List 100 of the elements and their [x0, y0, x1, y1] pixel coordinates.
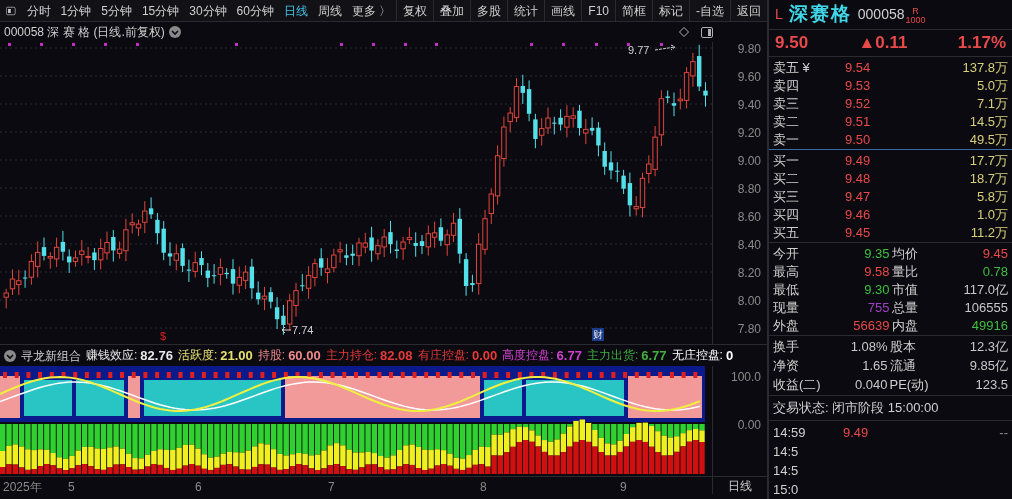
- time-axis-label: 2025年: [3, 479, 42, 496]
- toolbar-button[interactable]: 统计: [507, 0, 545, 22]
- order-level-label: 买一: [773, 151, 800, 170]
- order-level-label: 卖五 ¥: [773, 58, 811, 77]
- period-tab[interactable]: 30分钟: [184, 1, 232, 20]
- dropdown-icon[interactable]: [4, 349, 16, 362]
- price-axis-label: 8.80: [737, 181, 761, 198]
- stat-label: 换手: [773, 337, 800, 356]
- stat-label: 现量: [773, 298, 800, 317]
- period-tab[interactable]: 分时: [21, 1, 56, 20]
- stat-value: 12.3亿: [968, 337, 1008, 356]
- last-price: 9.50: [775, 31, 809, 54]
- stat-value: 117.0亿: [962, 280, 1008, 299]
- order-level-label: 卖一: [773, 130, 800, 149]
- stat-value: 9.58: [863, 262, 890, 281]
- indicator-axis-label: 100.0: [730, 369, 761, 386]
- toolbar-button[interactable]: 多股: [470, 0, 508, 22]
- indicator-value: 0: [725, 346, 734, 365]
- stock-code: 000058: [857, 4, 905, 24]
- diamond-icon[interactable]: [679, 27, 689, 37]
- stat-label: 均价: [891, 244, 919, 263]
- market-label: L: [775, 4, 783, 24]
- stat-value: 0.040: [853, 375, 888, 394]
- order-price: 9.45: [845, 223, 872, 242]
- indicator-label: 高度控盘:: [502, 346, 554, 364]
- stat-value: 9.30: [863, 280, 890, 299]
- period-tab[interactable]: 15分钟: [136, 1, 185, 20]
- indicator-label: 主力出货:: [586, 346, 639, 364]
- order-volume: 5.8万: [975, 187, 1008, 206]
- period-button[interactable]: 日线: [712, 477, 767, 494]
- toolbar-button[interactable]: 简框: [615, 0, 652, 22]
- period-tab[interactable]: 1分钟: [55, 1, 97, 20]
- time-axis-label: 5: [68, 479, 75, 496]
- order-price: 9.52: [845, 94, 872, 113]
- panel-toggle-icon[interactable]: [701, 26, 713, 38]
- indicator-value: 6.77: [641, 346, 667, 365]
- indicator-label: 有庄控盘:: [417, 346, 469, 364]
- order-volume: 17.7万: [968, 151, 1008, 170]
- change-percent: 1.17%: [957, 31, 1006, 54]
- period-tab[interactable]: 日线: [278, 1, 313, 20]
- order-price: 9.46: [845, 205, 872, 224]
- stat-label: 内盘: [891, 316, 919, 335]
- dropdown-icon[interactable]: [168, 26, 181, 38]
- stat-value: 1.08%: [849, 337, 888, 356]
- toolbar-button[interactable]: F10: [581, 0, 615, 22]
- toolbar-button[interactable]: 返回: [730, 0, 767, 22]
- tick-volume: --: [998, 424, 1008, 442]
- period-tab[interactable]: 周线: [312, 1, 347, 20]
- order-level-label: 卖二: [773, 112, 800, 131]
- indicator-value: 21.00: [220, 346, 253, 365]
- order-volume: 5.0万: [975, 76, 1008, 95]
- stat-label: 总量: [891, 298, 919, 317]
- price-change: ▲0.11: [858, 31, 908, 54]
- order-volume: 11.2万: [969, 223, 1008, 242]
- tick-time: 14:5: [773, 462, 800, 480]
- stat-label: 最高: [773, 262, 800, 281]
- stat-value: 56639: [852, 316, 890, 335]
- stat-value: 49916: [970, 316, 1008, 335]
- toolbar-button[interactable]: 画线: [544, 0, 582, 22]
- toolbar-button[interactable]: 叠加: [433, 0, 471, 22]
- stock-name: 深赛格: [788, 2, 852, 26]
- panel-toggle-icon[interactable]: [6, 4, 16, 17]
- stat-value: 0.78: [981, 262, 1008, 281]
- indicator-axis-label: 0.00: [737, 417, 761, 434]
- more-menu[interactable]: 更多 〉: [346, 1, 397, 20]
- badge-label: 1000: [905, 16, 926, 26]
- stat-label: 股本: [889, 337, 917, 356]
- order-volume: 137.8万: [961, 58, 1008, 77]
- toolbar-button[interactable]: 标记: [652, 0, 689, 22]
- time-axis-label: 7: [328, 479, 335, 496]
- finance-marker[interactable]: 财: [592, 328, 604, 341]
- order-level-label: 买三: [773, 187, 800, 206]
- order-price: 9.53: [845, 76, 872, 95]
- price-axis-label: 9.00: [737, 153, 761, 170]
- stat-label: 量比: [891, 262, 919, 281]
- toolbar-button[interactable]: 复权: [396, 0, 434, 22]
- order-price: 9.50: [845, 130, 872, 149]
- arrow-icon: [281, 326, 291, 334]
- stat-label: 市值: [891, 280, 919, 299]
- period-tab[interactable]: 60分钟: [231, 1, 279, 20]
- time-axis-label: 9: [620, 479, 627, 496]
- arrow-icon: [655, 44, 677, 52]
- time-axis-label: 8: [480, 479, 487, 496]
- high-price-label: 9.77: [628, 43, 650, 58]
- price-axis-label: 8.20: [737, 265, 761, 282]
- stat-label: 流通: [889, 356, 917, 375]
- indicator-label: 无庄控盘:: [671, 346, 723, 364]
- indicator-label: 活跃度:: [177, 346, 218, 364]
- stat-value: 9.45: [981, 244, 1008, 263]
- toolbar-button[interactable]: -自选: [689, 0, 730, 22]
- period-tab[interactable]: 5分钟: [96, 1, 137, 20]
- stat-value: 9.85亿: [968, 356, 1008, 375]
- order-volume: 7.1万: [975, 94, 1008, 113]
- indicator-value: 60.00: [288, 346, 321, 365]
- order-price: 9.54: [845, 58, 872, 77]
- event-marker[interactable]: $: [160, 328, 167, 345]
- stat-value: 755: [866, 298, 890, 317]
- order-price: 9.51: [845, 112, 872, 131]
- stat-value: 9.35: [863, 244, 890, 263]
- indicator-label: 持股:: [257, 346, 286, 364]
